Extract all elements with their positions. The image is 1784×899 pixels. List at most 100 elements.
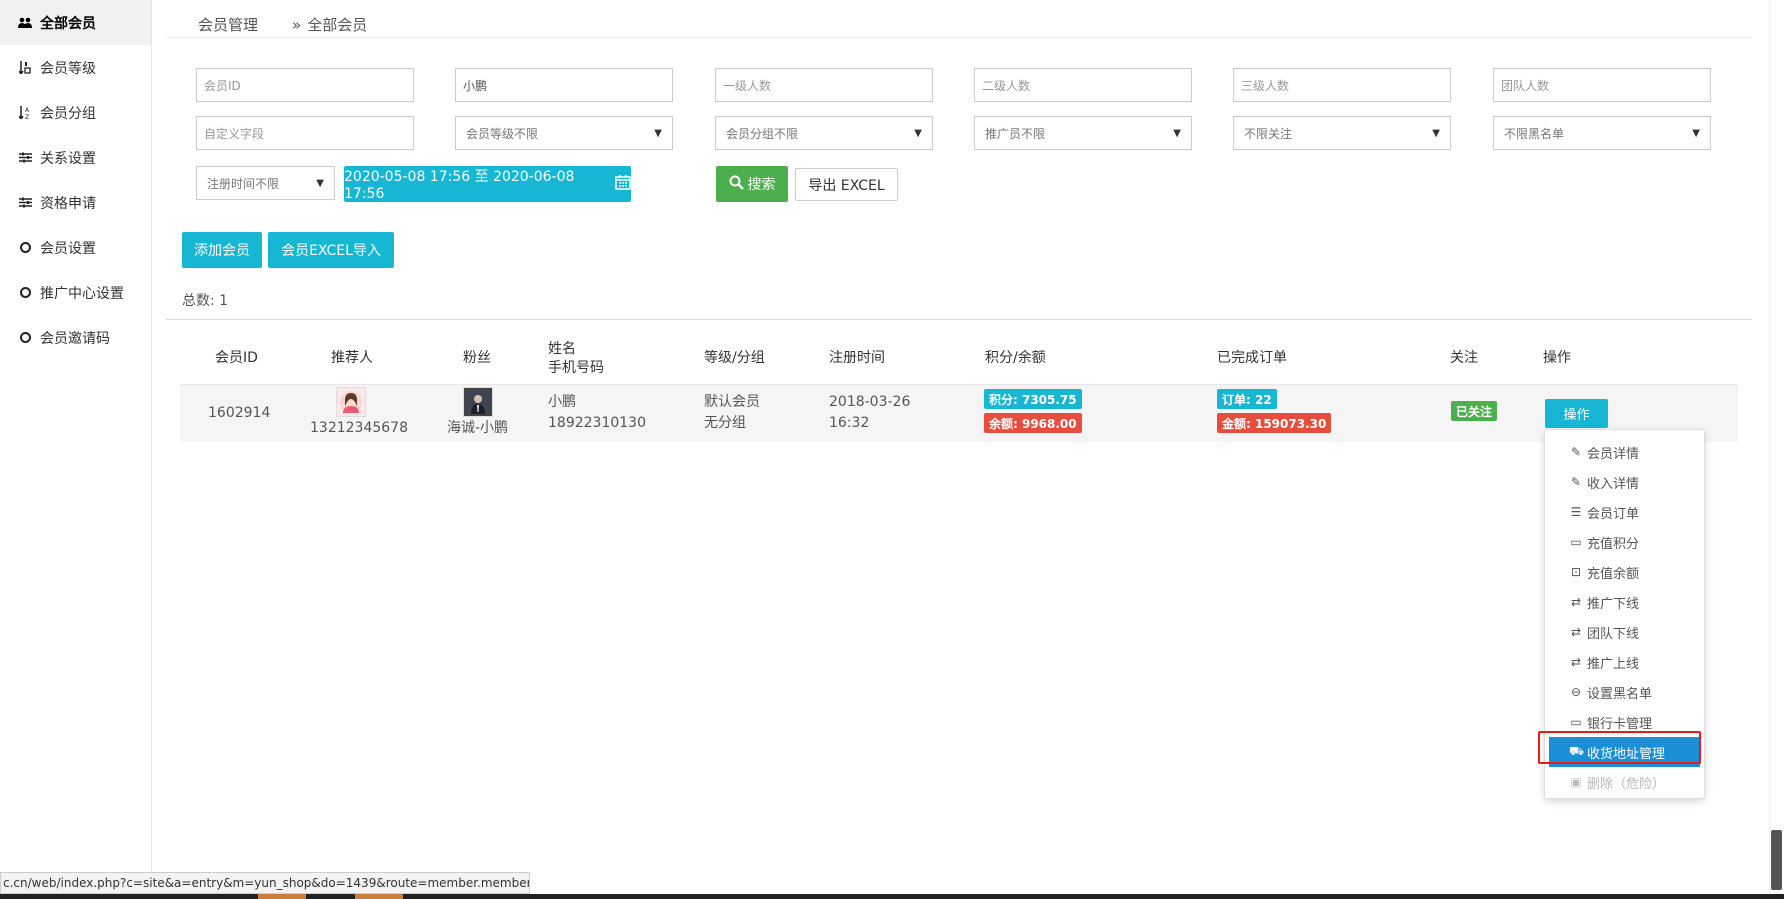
follow-select[interactable]: 不限关注 ▼ [1233,116,1451,150]
sidebar-item-member-level[interactable]: 会员等级 [0,45,151,90]
follow-status-badge: 已关注 [1451,401,1498,421]
sidebar-item-label: 资格申请 [40,195,96,212]
th-phone: 手机号码 [548,360,604,376]
export-excel-button[interactable]: 导出 EXCEL [795,168,898,201]
custom-field-input[interactable]: 自定义字段 [196,116,414,150]
menu-item-delete[interactable]: ▣ 删除（危险） [1545,767,1704,797]
date-range-picker[interactable]: 2020-05-08 17:56 至 2020-06-08 17:56 [344,166,631,202]
level1-count-input[interactable]: 一级人数 [715,68,933,102]
sidebar-item-label: 全部会员 [40,15,96,32]
menu-item-recharge-balance[interactable]: ⊡ 充值余额 [1545,557,1704,587]
name-input[interactable]: 小鹏 [455,68,673,102]
caret-down-icon: ▼ [1692,127,1700,139]
orders-badge: 订单: 22 [1217,389,1277,409]
amount-badge: 金额: 159073.30 [1217,413,1332,433]
blacklist-select[interactable]: 不限黑名单 ▼ [1493,116,1711,150]
member-id-input[interactable]: 会员ID [196,68,414,102]
menu-item-label: 充值积分 [1587,536,1640,552]
level2-count-input[interactable]: 二级人数 [974,68,1192,102]
sidebar-item-label: 会员邀请码 [40,330,110,347]
sidebar-item-member-group[interactable]: AZ 会员分组 [0,90,151,135]
users-icon [18,16,32,30]
member-level-select[interactable]: 会员等级不限 ▼ [455,116,673,150]
import-excel-button[interactable]: 会员EXCEL导入 [268,232,394,268]
circle-icon [18,331,32,345]
menu-item-label: 收入详情 [1587,476,1640,492]
reg-time-select[interactable]: 注册时间不限 ▼ [196,166,335,200]
th-points-balance: 积分/余额 [985,350,1046,366]
th-fans: 粉丝 [463,350,491,366]
team-count-input[interactable]: 团队人数 [1493,68,1711,102]
avatar [336,387,366,417]
select-value: 不限关注 [1244,126,1293,141]
calendar-icon [615,174,631,194]
sidebar-item-qualification[interactable]: 资格申请 [0,180,151,225]
select-value: 推广员不限 [985,126,1046,141]
menu-item-promo-upline[interactable]: ⇄ 推广上线 [1545,647,1704,677]
menu-item-set-blacklist[interactable]: ⊖ 设置黑名单 [1545,677,1704,707]
list-icon: ☰ [1570,505,1582,519]
member-group-select[interactable]: 会员分组不限 ▼ [715,116,933,150]
menu-item-member-orders[interactable]: ☰ 会员订单 [1545,497,1704,527]
sort-numeric-icon [18,61,32,75]
sidebar-item-relation-settings[interactable]: 关系设置 [0,135,151,180]
date-range-label: 2020-05-08 17:56 至 2020-06-08 17:56 [344,169,575,202]
level3-count-input[interactable]: 三级人数 [1233,68,1451,102]
th-follow: 关注 [1450,350,1478,366]
divider [166,319,1752,320]
sidebar-item-promo-center[interactable]: 推广中心设置 [0,270,151,315]
th-reg-time: 注册时间 [829,350,885,366]
scrollbar-thumb[interactable] [1771,830,1782,890]
points-badge: 积分: 7305.75 [984,389,1082,409]
menu-item-label: 设置黑名单 [1587,686,1653,702]
cell-fan-name[interactable]: 海诚-小鹏 [447,418,508,438]
sidebar-item-label: 会员等级 [40,60,96,77]
sidebar-item-member-settings[interactable]: 会员设置 [0,225,151,270]
sidebar-item-label: 关系设置 [40,150,96,167]
vertical-scrollbar[interactable] [1769,0,1784,894]
menu-item-promo-downline[interactable]: ⇄ 推广下线 [1545,587,1704,617]
taskbar-item[interactable] [258,894,306,899]
caret-down-icon: ▼ [1173,127,1181,139]
caret-down-icon: ▼ [654,127,662,139]
sidebar-item-invite-code[interactable]: 会员邀请码 [0,315,151,360]
menu-item-team-downline[interactable]: ⇄ 团队下线 [1545,617,1704,647]
avatar [463,387,493,417]
edit-icon: ✎ [1570,475,1582,489]
cell-level: 默认会员 [704,394,760,410]
menu-item-label: 删除（危险） [1587,776,1666,792]
breadcrumb-root[interactable]: 会员管理 [198,14,258,35]
search-button[interactable]: 搜索 [716,166,788,202]
menu-item-income-detail[interactable]: ✎ 收入详情 [1545,467,1704,497]
delete-icon: ▣ [1570,775,1582,789]
sidebar-item-label: 推广中心设置 [40,285,124,302]
select-value: 注册时间不限 [207,176,280,191]
circle-icon [18,241,32,255]
promoter-select[interactable]: 推广员不限 ▼ [974,116,1192,150]
th-name-phone: 姓名 手机号码 [548,340,604,378]
balance-badge: 余额: 9968.00 [984,413,1082,433]
cell-name: 小鹏 [548,394,576,410]
menu-item-label: 银行卡管理 [1587,716,1653,732]
caret-down-icon: ▼ [1432,127,1440,139]
sliders-icon [18,151,32,165]
menu-item-member-detail[interactable]: ✎ 会员详情 [1545,437,1704,467]
sidebar: 全部会员 会员等级 AZ 会员分组 关系设置 资格申请 会员设置 推广中心设置 … [0,0,152,880]
highlight-box [1538,731,1701,764]
cell-reg-clock: 16:32 [829,415,870,431]
taskbar-item[interactable] [355,894,403,899]
menu-item-label: 会员详情 [1587,446,1640,462]
select-value: 会员等级不限 [466,126,539,141]
search-button-label: 搜索 [747,177,776,193]
total-value: 1 [219,293,229,309]
breadcrumb: 会员管理 » 全部会员 [198,14,367,35]
menu-item-label: 推广上线 [1587,656,1640,672]
operations-button[interactable]: 操作 [1545,399,1608,428]
menu-item-recharge-points[interactable]: ▭ 充值积分 [1545,527,1704,557]
svg-text:A: A [25,107,30,114]
exchange-icon: ⇄ [1570,625,1582,639]
cell-member-id: 1602914 [208,405,271,421]
add-member-button[interactable]: 添加会员 [182,232,262,268]
circle-icon [18,286,32,300]
sidebar-item-all-members[interactable]: 全部会员 [0,0,151,45]
